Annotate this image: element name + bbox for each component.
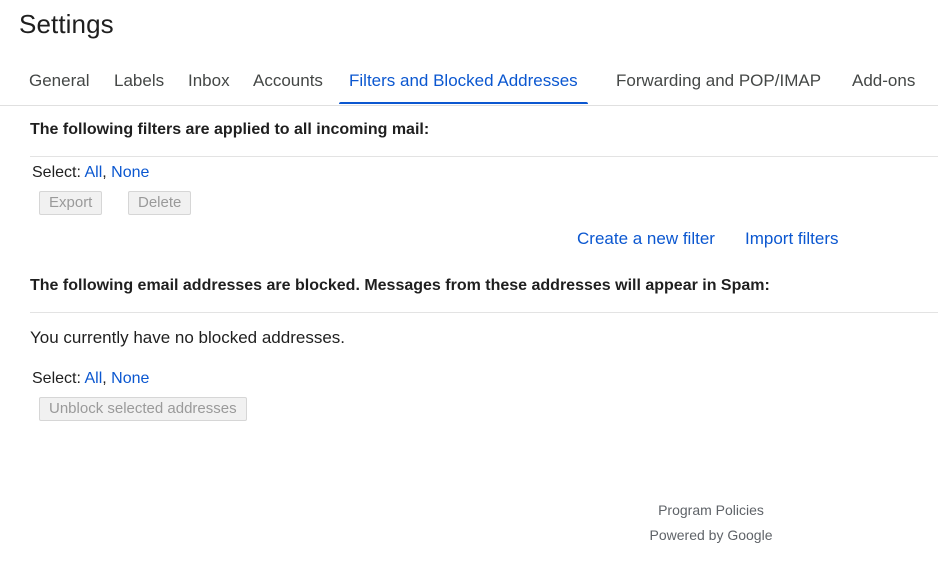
unblock-selected-addresses-button[interactable]: Unblock selected addresses: [39, 397, 247, 421]
import-filters-link[interactable]: Import filters: [745, 229, 839, 249]
program-policies-link[interactable]: Program Policies: [600, 502, 822, 518]
filters-select-none-link[interactable]: None: [111, 164, 149, 181]
filters-select-row: Select: All, None: [32, 164, 149, 182]
blocked-select-label: Select:: [32, 370, 85, 387]
powered-by-google-text: Powered by Google: [649, 527, 773, 543]
tab-accounts[interactable]: Accounts: [253, 66, 323, 104]
filters-select-label: Select:: [32, 164, 85, 181]
tab-inbox[interactable]: Inbox: [188, 66, 230, 104]
blocked-select-row: Select: All, None: [32, 370, 149, 388]
create-new-filter-link[interactable]: Create a new filter: [577, 229, 715, 249]
page-title: Settings: [19, 9, 114, 39]
blocked-select-none-link[interactable]: None: [111, 370, 149, 387]
tab-general[interactable]: General: [29, 66, 89, 104]
blocked-divider: [30, 312, 938, 313]
filters-section-heading: The following filters are applied to all…: [30, 121, 430, 138]
export-button[interactable]: Export: [39, 191, 103, 215]
tab-add-ons[interactable]: Add-ons: [852, 66, 915, 104]
settings-tab-bar: General Labels Inbox Accounts Filters an…: [0, 66, 938, 106]
no-blocked-addresses-message: You currently have no blocked addresses.: [30, 328, 346, 347]
blocked-section-heading: The following email addresses are blocke…: [30, 277, 770, 294]
filters-select-all-link[interactable]: All: [84, 164, 102, 181]
blocked-select-all-link[interactable]: All: [84, 370, 102, 387]
blocked-select-separator: ,: [102, 370, 112, 387]
tab-filters-and-blocked-addresses[interactable]: Filters and Blocked Addresses: [339, 66, 588, 104]
filters-select-separator: ,: [102, 164, 112, 181]
tab-labels[interactable]: Labels: [114, 66, 164, 104]
tab-forwarding-and-pop-imap[interactable]: Forwarding and POP/IMAP: [616, 66, 821, 104]
filters-divider: [30, 156, 938, 157]
delete-button[interactable]: Delete: [128, 191, 192, 215]
